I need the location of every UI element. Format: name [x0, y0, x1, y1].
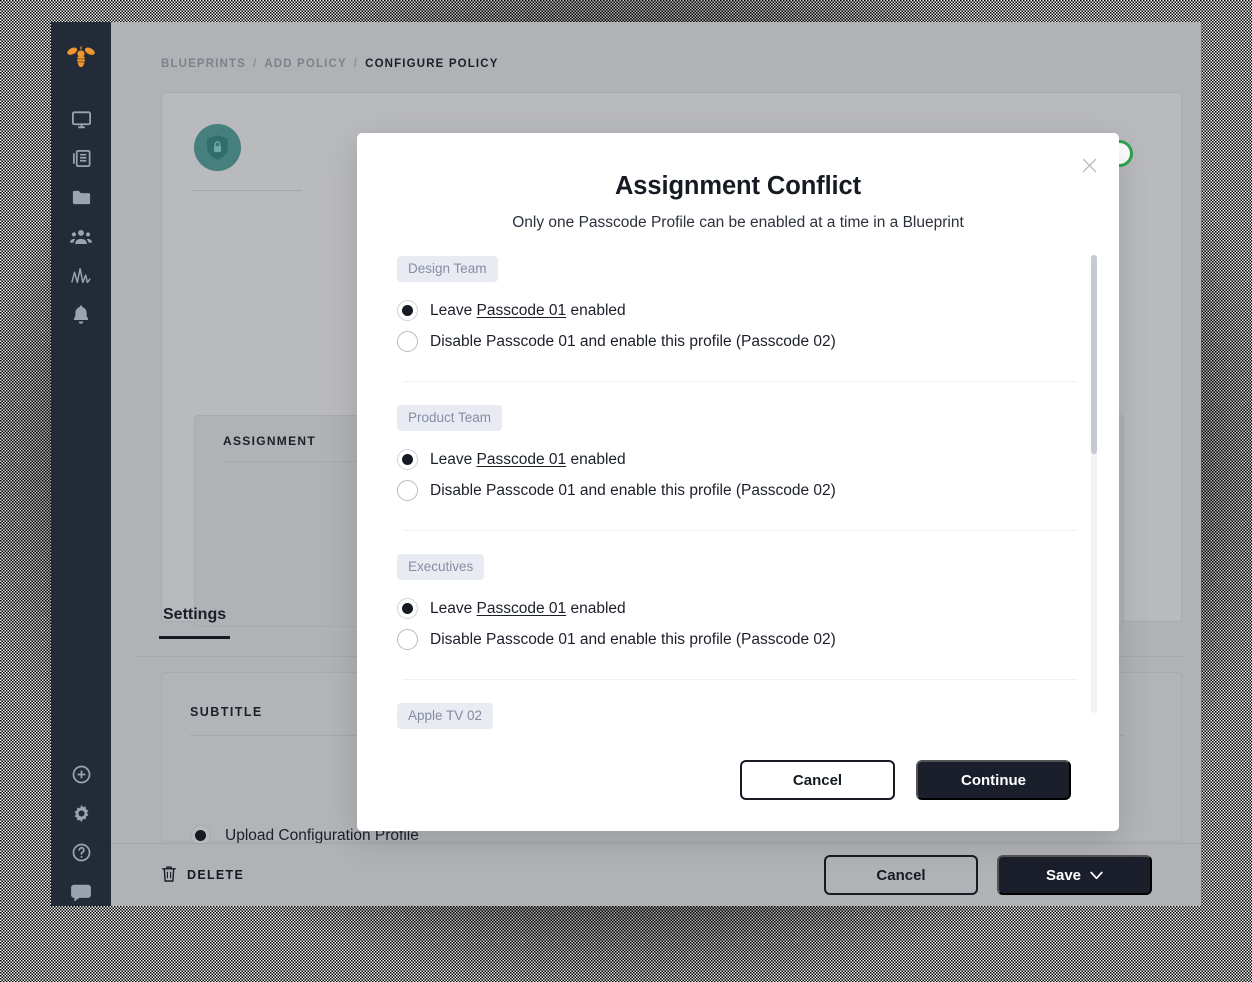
assignment-conflict-modal: Assignment Conflict Only one Passcode Pr…	[357, 133, 1119, 831]
conflict-groups-scroll-area: Design Team Leave Passcode 01 enabled Disa…	[357, 256, 1119, 729]
monitor-icon	[61, 100, 101, 140]
modal-scrollbar[interactable]	[1091, 255, 1097, 713]
question-circle-icon	[61, 833, 101, 873]
conflict-option-row[interactable]: Leave Passcode 01 enabled	[397, 295, 1077, 326]
radio-conflict-option[interactable]	[397, 331, 418, 352]
sidebar-item-help[interactable]	[61, 833, 101, 872]
users-icon	[61, 217, 101, 257]
app-window: BLUEPRINTS / ADD POLICY / CONFIGURE POLI…	[51, 22, 1201, 906]
sidebar-item-users[interactable]	[61, 217, 101, 256]
main-content: BLUEPRINTS / ADD POLICY / CONFIGURE POLI…	[111, 22, 1201, 906]
sidebar-item-notifications[interactable]	[61, 295, 101, 334]
group-badge: Product Team	[397, 405, 502, 431]
group-badge: Executives	[397, 554, 484, 580]
folder-icon	[61, 178, 101, 218]
conflict-group: Design Team Leave Passcode 01 enabled Disa…	[397, 256, 1077, 357]
radio-conflict-option[interactable]	[397, 629, 418, 650]
bee-logo-icon[interactable]	[61, 39, 101, 79]
conflict-option-label: Disable Passcode 01 and enable this prof…	[430, 631, 836, 649]
conflict-option-row[interactable]: Leave Passcode 01 enabled	[397, 593, 1077, 624]
sidebar-primary-nav	[61, 39, 101, 334]
sidebar-item-devices[interactable]	[61, 100, 101, 139]
activity-icon	[61, 256, 101, 296]
radio-conflict-option[interactable]	[397, 480, 418, 501]
sidebar-item-activity[interactable]	[61, 256, 101, 295]
blueprints-icon	[61, 139, 101, 179]
group-divider	[403, 679, 1077, 680]
modal-cancel-button[interactable]: Cancel	[740, 760, 895, 800]
conflict-option-label: Leave Passcode 01 enabled	[430, 600, 626, 618]
modal-continue-button[interactable]: Continue	[916, 760, 1071, 800]
modal-subtitle: Only one Passcode Profile can be enabled…	[357, 214, 1119, 232]
sidebar-item-support-chat[interactable]	[61, 872, 101, 906]
radio-conflict-option[interactable]	[397, 300, 418, 321]
radio-conflict-option[interactable]	[397, 598, 418, 619]
modal-overlay: Assignment Conflict Only one Passcode Pr…	[111, 22, 1201, 906]
left-sidebar	[51, 22, 111, 906]
sidebar-item-blueprints[interactable]	[61, 139, 101, 178]
radio-conflict-option[interactable]	[397, 449, 418, 470]
group-badge: Design Team	[397, 256, 498, 282]
conflict-option-row[interactable]: Disable Passcode 01 and enable this prof…	[397, 326, 1077, 357]
sidebar-secondary-nav	[51, 755, 111, 906]
conflict-option-row[interactable]: Disable Passcode 01 and enable this prof…	[397, 624, 1077, 655]
modal-footer: Cancel Continue	[357, 729, 1119, 831]
group-badge: Apple TV 02	[397, 703, 493, 729]
conflict-group: Product Team Leave Passcode 01 enabled Dis…	[397, 405, 1077, 506]
modal-title: Assignment Conflict	[357, 172, 1119, 201]
modal-scrollbar-thumb[interactable]	[1091, 255, 1097, 454]
sidebar-item-settings[interactable]	[61, 794, 101, 833]
group-divider	[403, 381, 1077, 382]
sidebar-item-add[interactable]	[61, 755, 101, 794]
plus-circle-icon	[61, 755, 101, 795]
chat-bubble-icon	[61, 872, 101, 906]
sidebar-item-library[interactable]	[61, 178, 101, 217]
conflict-group: Executives Leave Passcode 01 enabled Disab…	[397, 554, 1077, 655]
conflict-option-label: Leave Passcode 01 enabled	[430, 302, 626, 320]
gear-icon	[61, 794, 101, 834]
conflict-option-row[interactable]: Disable Passcode 01 and enable this prof…	[397, 475, 1077, 506]
conflict-group: Apple TV 02	[397, 703, 1077, 729]
bell-icon	[61, 295, 101, 335]
conflict-option-row[interactable]: Leave Passcode 01 enabled	[397, 444, 1077, 475]
conflict-option-label: Disable Passcode 01 and enable this prof…	[430, 482, 836, 500]
group-divider	[403, 530, 1077, 531]
conflict-option-label: Disable Passcode 01 and enable this prof…	[430, 333, 836, 351]
conflict-option-label: Leave Passcode 01 enabled	[430, 451, 626, 469]
